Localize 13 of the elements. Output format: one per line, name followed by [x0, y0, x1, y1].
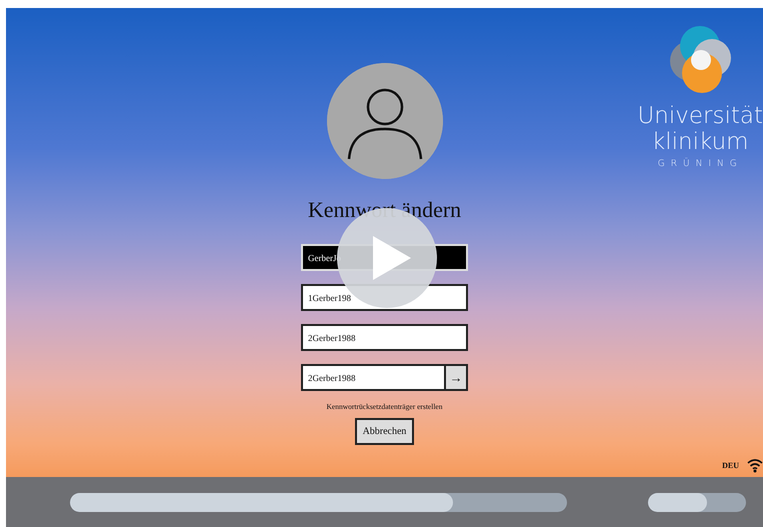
logo-subtitle: GRÜNING: [658, 159, 743, 169]
seek-bar[interactable]: [70, 492, 567, 512]
wifi-icon[interactable]: [747, 458, 763, 473]
user-avatar-icon: [326, 63, 442, 179]
language-indicator[interactable]: DEU: [722, 461, 739, 470]
cancel-button[interactable]: Abbrechen: [354, 418, 414, 445]
volume-slider[interactable]: [648, 492, 746, 512]
password-field[interactable]: 2Gerber1988: [301, 364, 446, 391]
password-field[interactable]: 2Gerber1988: [301, 324, 468, 351]
dialog-title: Kennwort ändern: [308, 197, 462, 223]
logo-text: klinikum: [652, 129, 749, 155]
submit-button[interactable]: →: [446, 364, 468, 391]
logo-text: Universität: [637, 103, 763, 129]
